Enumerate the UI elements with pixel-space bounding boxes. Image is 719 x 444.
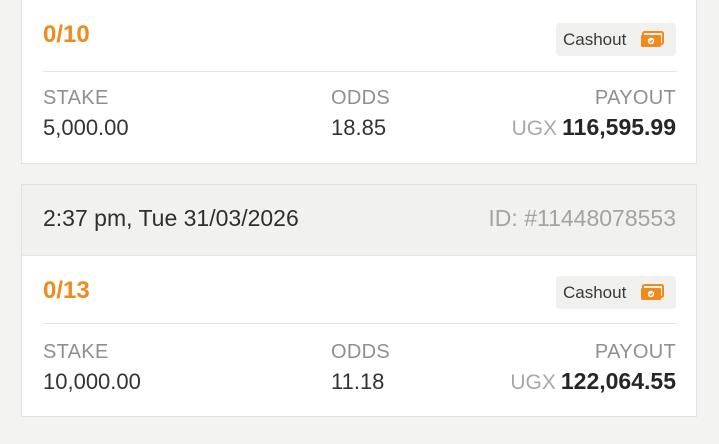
payout-amount: 122,064.55 (560, 368, 676, 394)
cashout-button[interactable]: Cashout (556, 276, 676, 309)
odds-value: 11.18 (331, 369, 385, 394)
bet-history-page: 0/10 Cashout STAKE 5,000.00 ODDS 18.85 P… (0, 0, 719, 444)
payout-label: PAYOUT (594, 87, 676, 109)
odds-value: 18.85 (331, 115, 387, 140)
stake-value: 10,000.00 (43, 369, 141, 394)
ticket-divider (43, 323, 677, 324)
bet-ticket-card[interactable]: 0/10 Cashout STAKE 5,000.00 ODDS 18.85 P… (21, 0, 697, 164)
cashout-button[interactable]: Cashout (556, 23, 676, 56)
ticket-divider (43, 71, 677, 72)
payout-currency: UGX (511, 117, 558, 140)
cashout-button-label: Cashout (563, 282, 627, 302)
money-icon (640, 30, 665, 49)
ticket-timestamp: 2:37 pm, Tue 31/03/2026 (43, 205, 299, 231)
ticket-id: ID: #11448078553 (488, 205, 676, 231)
stake-label: STAKE (43, 87, 109, 109)
odds-label: ODDS (331, 341, 390, 363)
ticket-score: 0/10 (43, 21, 90, 48)
ticket-score: 0/13 (43, 277, 90, 304)
stake-label: STAKE (43, 341, 109, 363)
payout-currency: UGX (510, 371, 556, 394)
stake-value: 5,000.00 (43, 115, 129, 140)
money-icon (640, 283, 665, 302)
payout-label: PAYOUT (594, 341, 676, 363)
payout-value: UGX 122,064.55 (510, 368, 676, 395)
ticket-header: 2:37 pm, Tue 31/03/2026 ID: #11448078553 (22, 185, 696, 256)
odds-label: ODDS (331, 87, 390, 109)
payout-value: UGX 116,595.99 (512, 114, 676, 141)
bet-ticket-card[interactable]: 2:37 pm, Tue 31/03/2026 ID: #11448078553… (21, 184, 697, 417)
payout-amount: 116,595.99 (562, 114, 676, 140)
cashout-button-label: Cashout (563, 29, 627, 49)
